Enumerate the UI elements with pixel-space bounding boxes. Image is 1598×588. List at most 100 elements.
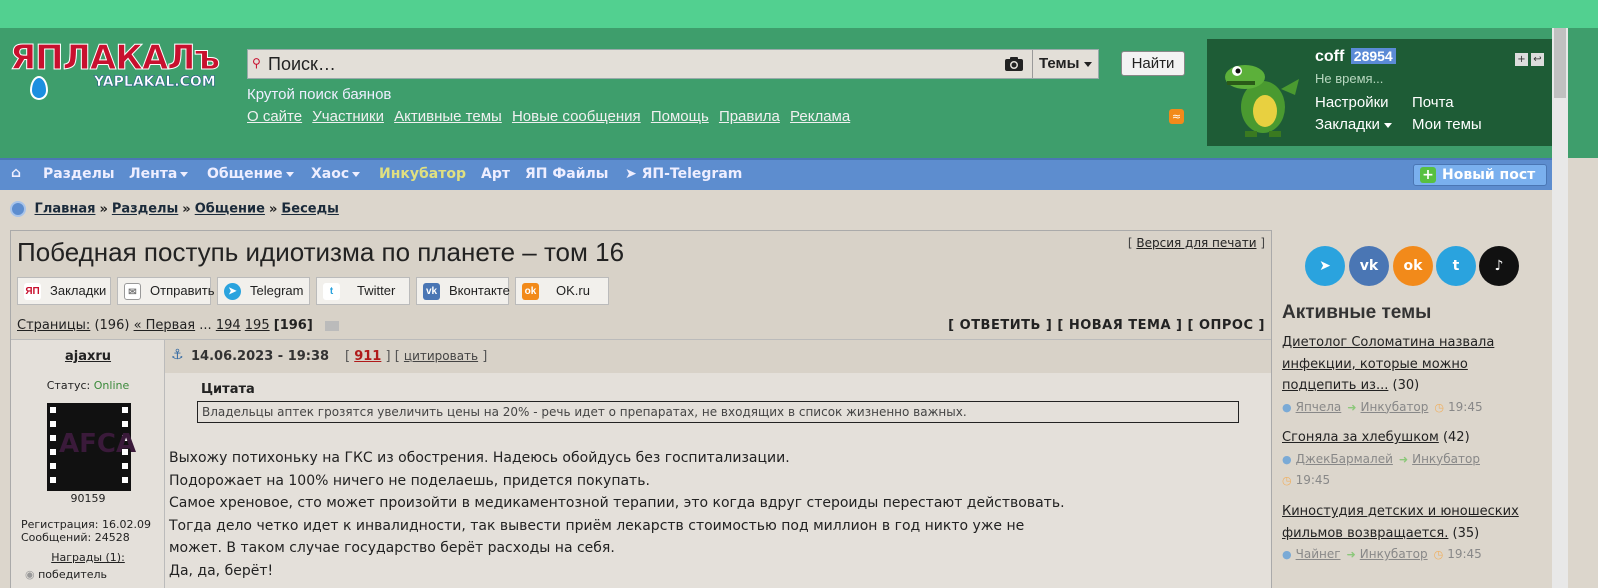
user-avatar[interactable] [1215, 49, 1305, 139]
active-topics-title: Активные темы [1282, 302, 1432, 323]
active-topic-link[interactable]: Диетолог Соломатина назвала [1282, 335, 1494, 350]
page-link[interactable]: 194 [216, 318, 241, 333]
print-version-link[interactable]: Версия для печати [1136, 236, 1256, 250]
breadcrumb-home[interactable]: Главная [35, 202, 96, 217]
link-rules[interactable]: Правила [719, 108, 780, 125]
nav-art[interactable]: Арт [481, 166, 510, 182]
my-topics-link[interactable]: Мои темы [1412, 116, 1482, 133]
author-info: Регистрация: 16.02.09 Сообщений: 24528 [21, 518, 151, 544]
logout-icon[interactable]: ↩ [1531, 53, 1544, 66]
anchor-icon[interactable]: ⚓ [171, 347, 184, 363]
home-icon[interactable]: ⌂ [11, 165, 21, 181]
active-topic-count: (30) [1392, 378, 1420, 393]
nav-incubator[interactable]: Инкубатор [379, 166, 466, 182]
post-line: Да, да, берёт! [169, 562, 274, 579]
chevron-down-icon [1084, 62, 1092, 67]
topic-user-link[interactable]: Япчела [1296, 400, 1342, 414]
link-about[interactable]: О сайте [247, 108, 302, 125]
top-stripe [0, 0, 1598, 28]
share-bookmarks-button[interactable]: ЯП Закладки [17, 277, 111, 305]
author-awards: Награды (1): [11, 551, 165, 564]
bookmarks-menu[interactable]: Закладки [1315, 116, 1392, 133]
active-topic-link[interactable]: фильмов возвращается. [1282, 526, 1448, 541]
active-topic-link[interactable]: Киностудия детских и юношеских [1282, 504, 1519, 519]
ok-icon[interactable]: ok [1393, 246, 1433, 286]
page-first[interactable]: « Первая [134, 318, 196, 333]
author-link[interactable]: ajaxru [65, 349, 111, 364]
quote-title: Цитата [201, 382, 255, 397]
mail-link[interactable]: Почта [1412, 94, 1454, 111]
search-scope-select[interactable]: Темы [1032, 50, 1098, 78]
new-post-label: Новый пост [1442, 167, 1536, 183]
share-vk-button[interactable]: vk Вконтакте [416, 277, 510, 305]
breadcrumb-separator: » [182, 201, 191, 217]
link-active-topics[interactable]: Активные темы [394, 108, 502, 125]
vk-icon[interactable]: vk [1349, 246, 1389, 286]
status-value: Online [93, 379, 130, 392]
user-status[interactable]: Не время... [1315, 71, 1383, 86]
breadcrumb-talks[interactable]: Беседы [281, 202, 339, 217]
arrow-right-icon: ➜ [1346, 548, 1356, 561]
active-topic-item: Киностудия детских и юношеских фильмов в… [1282, 501, 1544, 566]
breadcrumb-social[interactable]: Общение [195, 202, 265, 217]
breadcrumb-separator: » [99, 201, 108, 217]
twitter-icon[interactable]: t [1436, 246, 1476, 286]
telegram-icon: ➤ [224, 283, 241, 300]
topic-actions[interactable]: [ ОТВЕТИТЬ ] [ НОВАЯ ТЕМА ] [ ОПРОС ] [948, 318, 1265, 333]
nav-chaos[interactable]: Хаос [311, 166, 361, 182]
author-status: Статус: Online [11, 379, 165, 392]
camera-icon[interactable] [1004, 56, 1024, 72]
page-title: Победная поступь идиотизма по планете – … [17, 237, 625, 267]
share-telegram-button[interactable]: ➤ Telegram [217, 277, 310, 305]
link-ads[interactable]: Реклама [790, 108, 850, 125]
breadcrumb-sections[interactable]: Разделы [112, 202, 178, 217]
settings-link[interactable]: Настройки [1315, 94, 1389, 111]
active-topic-meta: ● Япчела ➜ Инкубатор ◷ 19:45 [1282, 397, 1544, 419]
nav-social[interactable]: Общение [207, 166, 294, 182]
subscribe-icon[interactable] [324, 320, 339, 331]
pages-label[interactable]: Страницы: [17, 318, 90, 333]
link-help[interactable]: Помощь [651, 108, 709, 125]
topic-user-link[interactable]: Чайнег [1296, 547, 1341, 561]
topic-time: 19:45 [1295, 473, 1331, 487]
active-topic-link[interactable]: инфекции, которые можно [1282, 357, 1468, 372]
nav-sections[interactable]: Разделы [43, 166, 115, 182]
clock-icon: ◷ [1434, 400, 1444, 414]
topic-section-link[interactable]: Инкубатор [1361, 400, 1429, 414]
active-topic-link[interactable]: подцепить из... [1282, 378, 1388, 393]
link-new-messages[interactable]: Новые сообщения [512, 108, 641, 125]
post-number[interactable]: 911 [354, 349, 381, 364]
search-button[interactable]: Найти [1121, 51, 1185, 76]
tiktok-icon[interactable]: ♪ [1479, 246, 1519, 286]
nav-feed[interactable]: Лента [129, 166, 189, 182]
nav-telegram[interactable]: ➤ ЯП-Telegram [625, 166, 742, 182]
post-line: может. В таком случае государство берёт … [169, 540, 615, 556]
topic-section-link[interactable]: Инкубатор [1412, 452, 1480, 466]
page-link[interactable]: 195 [245, 318, 270, 333]
scrollbar-thumb[interactable] [1554, 28, 1566, 98]
link-members[interactable]: Участники [312, 108, 384, 125]
topic-section-link[interactable]: Инкубатор [1360, 547, 1428, 561]
nav-social-label: Общение [207, 166, 283, 182]
quote-link[interactable]: цитировать [404, 349, 478, 363]
new-post-button[interactable]: + Новый пост [1413, 164, 1547, 186]
active-topic-link[interactable]: Сгоняла за хлебушком [1282, 430, 1439, 445]
rss-icon[interactable]: ≈ [1169, 109, 1184, 124]
share-twitter-button[interactable]: t Twitter [316, 277, 410, 305]
topic-user-link[interactable]: ДжекБармалей [1296, 452, 1393, 466]
telegram-icon[interactable]: ➤ [1305, 246, 1345, 286]
site-logo[interactable]: ЯПЛАКАЛъ YAPLAKAL.COM [9, 38, 230, 122]
active-topic-count: (42) [1442, 430, 1470, 445]
user-karma-badge: 28954 [1350, 48, 1396, 64]
search-input[interactable] [268, 53, 988, 75]
add-icon[interactable]: + [1515, 53, 1528, 66]
share-ok-button[interactable]: ok OK.ru [515, 277, 609, 305]
scrollbar[interactable] [1552, 28, 1568, 588]
nav-files[interactable]: ЯП Файлы [525, 166, 608, 182]
chevron-down-icon [352, 171, 361, 177]
author-avatar[interactable]: AFCA [47, 403, 136, 491]
share-send-button[interactable]: ✉ Отправить [117, 277, 214, 305]
yap-icon: ЯП [24, 283, 41, 300]
awards-link[interactable]: Награды (1): [51, 551, 125, 564]
username[interactable]: coff 28954 [1315, 48, 1396, 66]
